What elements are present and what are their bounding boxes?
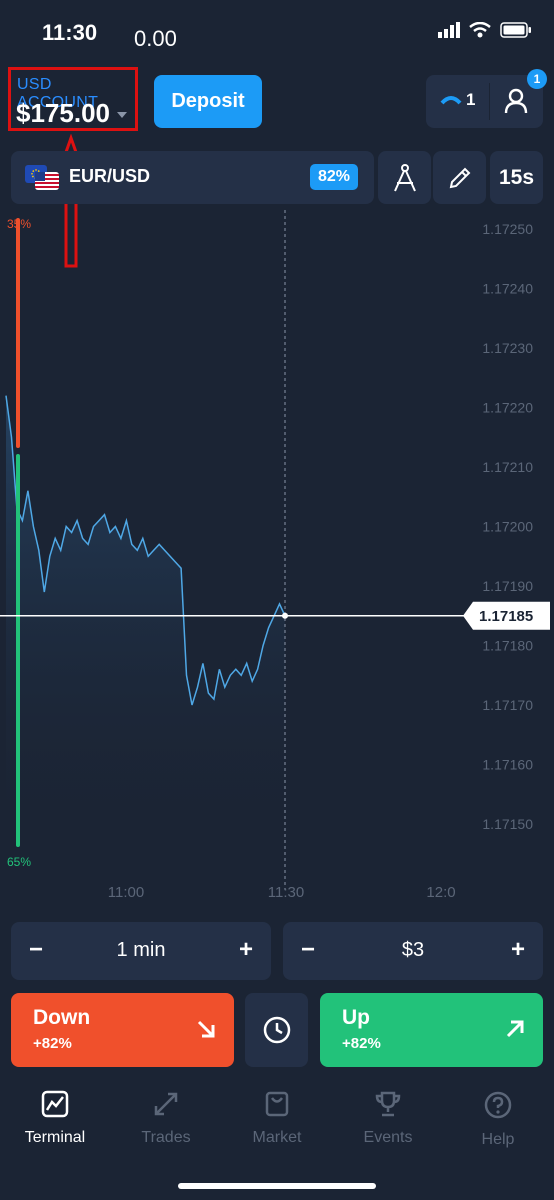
battery-icon bbox=[500, 22, 531, 38]
divider bbox=[489, 83, 490, 120]
pending-trade-button[interactable] bbox=[245, 993, 308, 1067]
timeframe-label: 15s bbox=[498, 165, 535, 189]
asset-payout-badge: 82% bbox=[310, 164, 358, 190]
sentiment-bar-up bbox=[16, 454, 20, 847]
price-marker bbox=[282, 612, 288, 619]
nav-trades-label: Trades bbox=[141, 1129, 191, 1146]
status-icons bbox=[438, 22, 532, 38]
down-label: Down bbox=[33, 1006, 91, 1029]
nav-terminal[interactable]: Terminal bbox=[10, 1090, 100, 1147]
nav-market[interactable]: Market bbox=[232, 1090, 322, 1147]
eur-usd-flag-icon bbox=[25, 165, 59, 190]
sentiment-bar-down bbox=[16, 218, 20, 448]
up-label: Up bbox=[342, 1006, 370, 1029]
status-time: 11:30 bbox=[42, 20, 98, 45]
current-price-tag: 1.17185 bbox=[463, 601, 550, 630]
home-indicator bbox=[178, 1183, 376, 1189]
status-bar: 11:30 0.00 bbox=[0, 0, 554, 60]
down-payout: +82% bbox=[33, 1035, 72, 1052]
active-trade-icon bbox=[440, 96, 462, 105]
y-tick-label: 1.17210 bbox=[482, 459, 533, 475]
nav-events-label: Events bbox=[363, 1129, 413, 1146]
signal-icon bbox=[438, 22, 460, 38]
y-tick-label: 1.17160 bbox=[482, 757, 533, 773]
nav-market-label: Market bbox=[252, 1129, 302, 1146]
x-tick-label: 11:00 bbox=[108, 884, 144, 901]
status-value: 0.00 bbox=[134, 26, 177, 51]
sentiment-up-label: 65% bbox=[7, 855, 31, 869]
down-button[interactable]: Down +82% bbox=[11, 993, 234, 1067]
y-tick-label: 1.17230 bbox=[482, 340, 533, 356]
current-price-label: 1.17185 bbox=[479, 608, 533, 625]
arrow-up-right-icon bbox=[506, 1020, 524, 1038]
amount-control[interactable]: − $3 + bbox=[283, 922, 543, 980]
sentiment-down-label: 35% bbox=[7, 217, 31, 231]
y-tick-label: 1.17240 bbox=[482, 281, 533, 297]
price-chart[interactable]: 35% 65% 1.17250 1.17240 1.17230 1.17220 1.17… bbox=[0, 210, 554, 910]
up-button[interactable]: Up +82% bbox=[320, 993, 543, 1067]
chart-icon bbox=[41, 1090, 69, 1118]
price-area bbox=[6, 395, 285, 850]
nav-trades[interactable]: Trades bbox=[121, 1090, 211, 1147]
help-icon bbox=[484, 1091, 512, 1119]
asset-name: EUR/USD bbox=[69, 166, 151, 186]
nav-events[interactable]: Events bbox=[343, 1090, 433, 1147]
drawing-tools-button[interactable] bbox=[378, 151, 431, 204]
nav-help[interactable]: Help bbox=[453, 1090, 543, 1149]
asset-selector[interactable]: EUR/USD 82% bbox=[11, 151, 374, 204]
account-balance: $175.00 bbox=[16, 98, 110, 128]
nav-terminal-label: Terminal bbox=[24, 1129, 86, 1146]
arrows-icon bbox=[154, 1092, 178, 1116]
y-tick-label: 1.17250 bbox=[482, 221, 533, 237]
trophy-icon bbox=[375, 1091, 401, 1117]
y-tick-label: 1.17220 bbox=[482, 400, 533, 416]
y-tick-label: 1.17150 bbox=[482, 816, 533, 832]
x-tick-label: 12:0 bbox=[426, 884, 455, 901]
y-tick-label: 1.17180 bbox=[482, 638, 533, 654]
y-tick-label: 1.17170 bbox=[482, 697, 533, 713]
pencil-icon bbox=[449, 167, 470, 188]
duration-control[interactable]: − 1 min + bbox=[11, 922, 271, 980]
user-icon[interactable] bbox=[504, 88, 528, 114]
timeframe-button[interactable]: 15s bbox=[490, 151, 543, 204]
caret-down-icon bbox=[117, 112, 127, 118]
x-tick-label: 11:30 bbox=[268, 884, 304, 901]
arrow-down-right-icon bbox=[197, 1020, 215, 1038]
compass-icon bbox=[393, 163, 416, 191]
amount-increase-button[interactable]: + bbox=[503, 936, 533, 964]
duration-increase-button[interactable]: + bbox=[231, 936, 261, 964]
deposit-button[interactable]: Deposit bbox=[154, 75, 262, 128]
y-tick-label: 1.17190 bbox=[482, 578, 533, 594]
notification-badge: 1 bbox=[527, 69, 547, 89]
bag-icon bbox=[265, 1091, 289, 1117]
pencil-button[interactable] bbox=[433, 151, 486, 204]
y-tick-label: 1.17200 bbox=[482, 519, 533, 535]
nav-help-label: Help bbox=[481, 1131, 515, 1148]
active-trades-count: 1 bbox=[466, 90, 476, 109]
clock-icon bbox=[263, 1016, 290, 1044]
up-payout: +82% bbox=[342, 1035, 381, 1052]
trades-notification-box[interactable]: 1 bbox=[426, 75, 543, 128]
wifi-icon bbox=[469, 22, 491, 38]
account-selector[interactable]: USD ACCOUNT $175.00 bbox=[8, 67, 138, 131]
